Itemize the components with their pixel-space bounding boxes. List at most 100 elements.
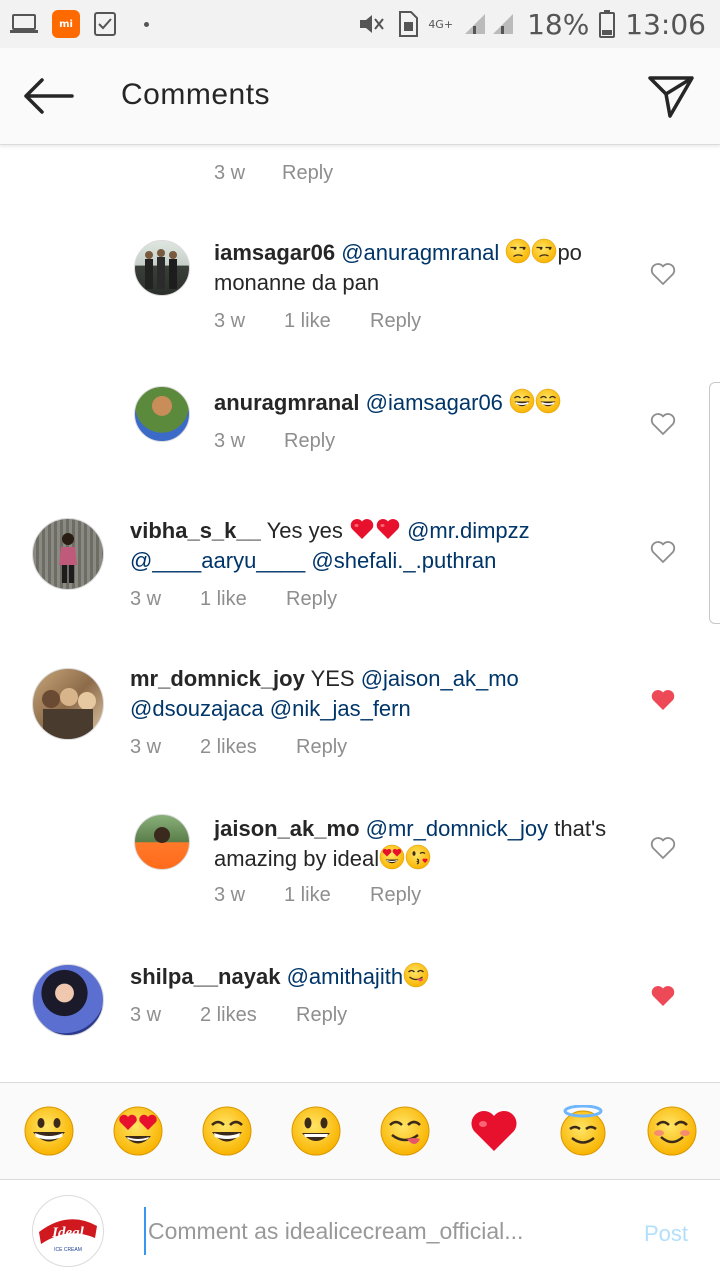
comment-username[interactable]: shilpa__nayak [130, 964, 280, 989]
avatar[interactable] [134, 386, 190, 442]
battery-icon [599, 10, 616, 38]
comment-meta: 3 w 1 like Reply [214, 310, 421, 333]
comment-meta: 3 w 1 like Reply [130, 588, 337, 611]
heart-eyes-face-emoji-button[interactable] [112, 1105, 164, 1157]
mention-link[interactable]: @nik_jas_fern [270, 696, 411, 721]
avatar[interactable] [32, 668, 104, 740]
like-count[interactable]: 1 like [284, 310, 370, 333]
comment-username[interactable]: jaison_ak_mo [214, 816, 360, 841]
grinning-face-emoji-button[interactable] [23, 1105, 75, 1157]
mention-link[interactable]: @amithajith [287, 964, 404, 989]
mention-link[interactable]: @mr_domnick_joy [366, 816, 549, 841]
like-count[interactable]: 2 likes [200, 1004, 296, 1027]
red-heart-emoji-button[interactable] [468, 1105, 520, 1157]
comment-text: iamsagar06 @anuragmranal po monanne da p… [214, 238, 634, 298]
comment-text: mr_domnick_joy YES @jaison_ak_mo @dsouza… [130, 664, 590, 724]
avatar[interactable] [32, 518, 104, 590]
laptop-icon [10, 13, 38, 35]
comment-body: YES [310, 666, 361, 691]
ideal-logo-text: Ideal [51, 1225, 84, 1241]
comment-time: 3 w [214, 430, 246, 452]
comment-time: 3 w [214, 310, 246, 332]
ideal-logo: Ideal ICE CREAM [35, 1198, 101, 1264]
heart-outline-icon[interactable] [650, 262, 676, 286]
kissing-face-emoji [405, 844, 431, 870]
post-button[interactable]: Post [644, 1221, 688, 1247]
like-count[interactable]: 1 like [200, 588, 286, 611]
heart-outline-icon[interactable] [650, 540, 676, 564]
unamused-face-emoji [505, 238, 531, 264]
direct-message-button[interactable] [646, 72, 696, 122]
like-count[interactable]: 2 likes [200, 736, 296, 759]
comment-text: shilpa__nayak @amithajith [130, 962, 550, 992]
comment-text: vibha_s_k__ Yes yes @mr.dimpzz @____aary… [130, 516, 590, 576]
reply-link[interactable]: Reply [296, 1004, 347, 1027]
scroll-indicator[interactable] [709, 382, 720, 624]
avatar[interactable] [134, 240, 190, 296]
reply-link[interactable]: Reply [282, 162, 333, 185]
comment-time: 3 w [130, 1004, 162, 1026]
ideal-logo-subtext: ICE CREAM [54, 1247, 82, 1253]
mention-link[interactable]: @anuragmranal [341, 240, 499, 265]
grinning-squint-face-emoji [509, 388, 535, 414]
comment-time: 3 w [214, 884, 246, 906]
reply-link[interactable]: Reply [370, 310, 421, 333]
avatar[interactable] [134, 814, 190, 870]
heart-filled-icon[interactable] [650, 688, 676, 712]
reply-link[interactable]: Reply [296, 736, 347, 759]
checklist-icon [94, 12, 116, 36]
mention-link[interactable]: @iamsagar06 [366, 390, 503, 415]
blush-face-emoji-button[interactable] [646, 1105, 698, 1157]
heart-filled-icon[interactable] [650, 984, 676, 1008]
heart-eyes-face-emoji [379, 844, 405, 870]
comment-username[interactable]: iamsagar06 [214, 240, 335, 265]
comment-meta: 3 w Reply [214, 430, 335, 453]
mute-icon [358, 12, 386, 36]
red-heart-emoji [349, 516, 375, 542]
comment-meta: 3 w 2 likes Reply [130, 1004, 347, 1027]
mention-link[interactable]: @jaison_ak_mo [361, 666, 519, 691]
heart-outline-icon[interactable] [650, 412, 676, 436]
comments-list[interactable]: 3 w Reply iamsagar06 @anuragmranal po mo… [0, 144, 720, 1082]
clock: 13:06 [625, 7, 706, 41]
comment-time: 3 w [130, 588, 162, 610]
comment-meta-partial: 3 w Reply [214, 162, 333, 185]
grinning-squint-face-emoji [535, 388, 561, 414]
back-button[interactable] [22, 76, 74, 116]
comment-meta: 3 w 1 like Reply [214, 884, 421, 907]
comment-username[interactable]: vibha_s_k__ [130, 518, 261, 543]
status-bar: mi 4G+ 18% 13:06 [0, 0, 720, 48]
mention-link[interactable]: @____aaryu____ [130, 548, 305, 573]
grinning-squint-face-emoji-button[interactable] [201, 1105, 253, 1157]
comment-input[interactable] [144, 1207, 620, 1255]
like-count[interactable]: 1 like [284, 884, 370, 907]
avatar[interactable] [32, 964, 104, 1036]
comment-text: anuragmranal @iamsagar06 [214, 388, 634, 418]
yum-face-emoji-button[interactable] [379, 1105, 431, 1157]
mi-app-icon: mi [52, 10, 80, 38]
notification-dot [144, 21, 149, 27]
emoji-quick-bar [0, 1082, 720, 1180]
smiley-face-emoji-button[interactable] [290, 1105, 342, 1157]
red-heart-emoji [375, 516, 401, 542]
heart-outline-icon[interactable] [650, 836, 676, 860]
unamused-face-emoji [531, 238, 557, 264]
comment-username[interactable]: anuragmranal [214, 390, 360, 415]
yum-face-emoji [403, 962, 429, 988]
page-title: Comments [121, 78, 271, 111]
comment-time: 3 w [214, 162, 246, 184]
reply-link[interactable]: Reply [284, 430, 335, 453]
comment-time: 3 w [130, 736, 162, 758]
app-header: Comments [0, 48, 720, 145]
comment-composer: Ideal ICE CREAM Post [0, 1181, 720, 1280]
network-type: 4G+ [428, 17, 454, 31]
mention-link[interactable]: @mr.dimpzz [407, 518, 530, 543]
reply-link[interactable]: Reply [370, 884, 421, 907]
mention-link[interactable]: @shefali._.puthran [311, 548, 496, 573]
comment-username[interactable]: mr_domnick_joy [130, 666, 305, 691]
sim-icon [396, 11, 419, 37]
mention-link[interactable]: @dsouzajaca [130, 696, 264, 721]
reply-link[interactable]: Reply [286, 588, 337, 611]
halo-face-emoji-button[interactable] [557, 1105, 609, 1157]
my-avatar[interactable]: Ideal ICE CREAM [32, 1195, 104, 1267]
